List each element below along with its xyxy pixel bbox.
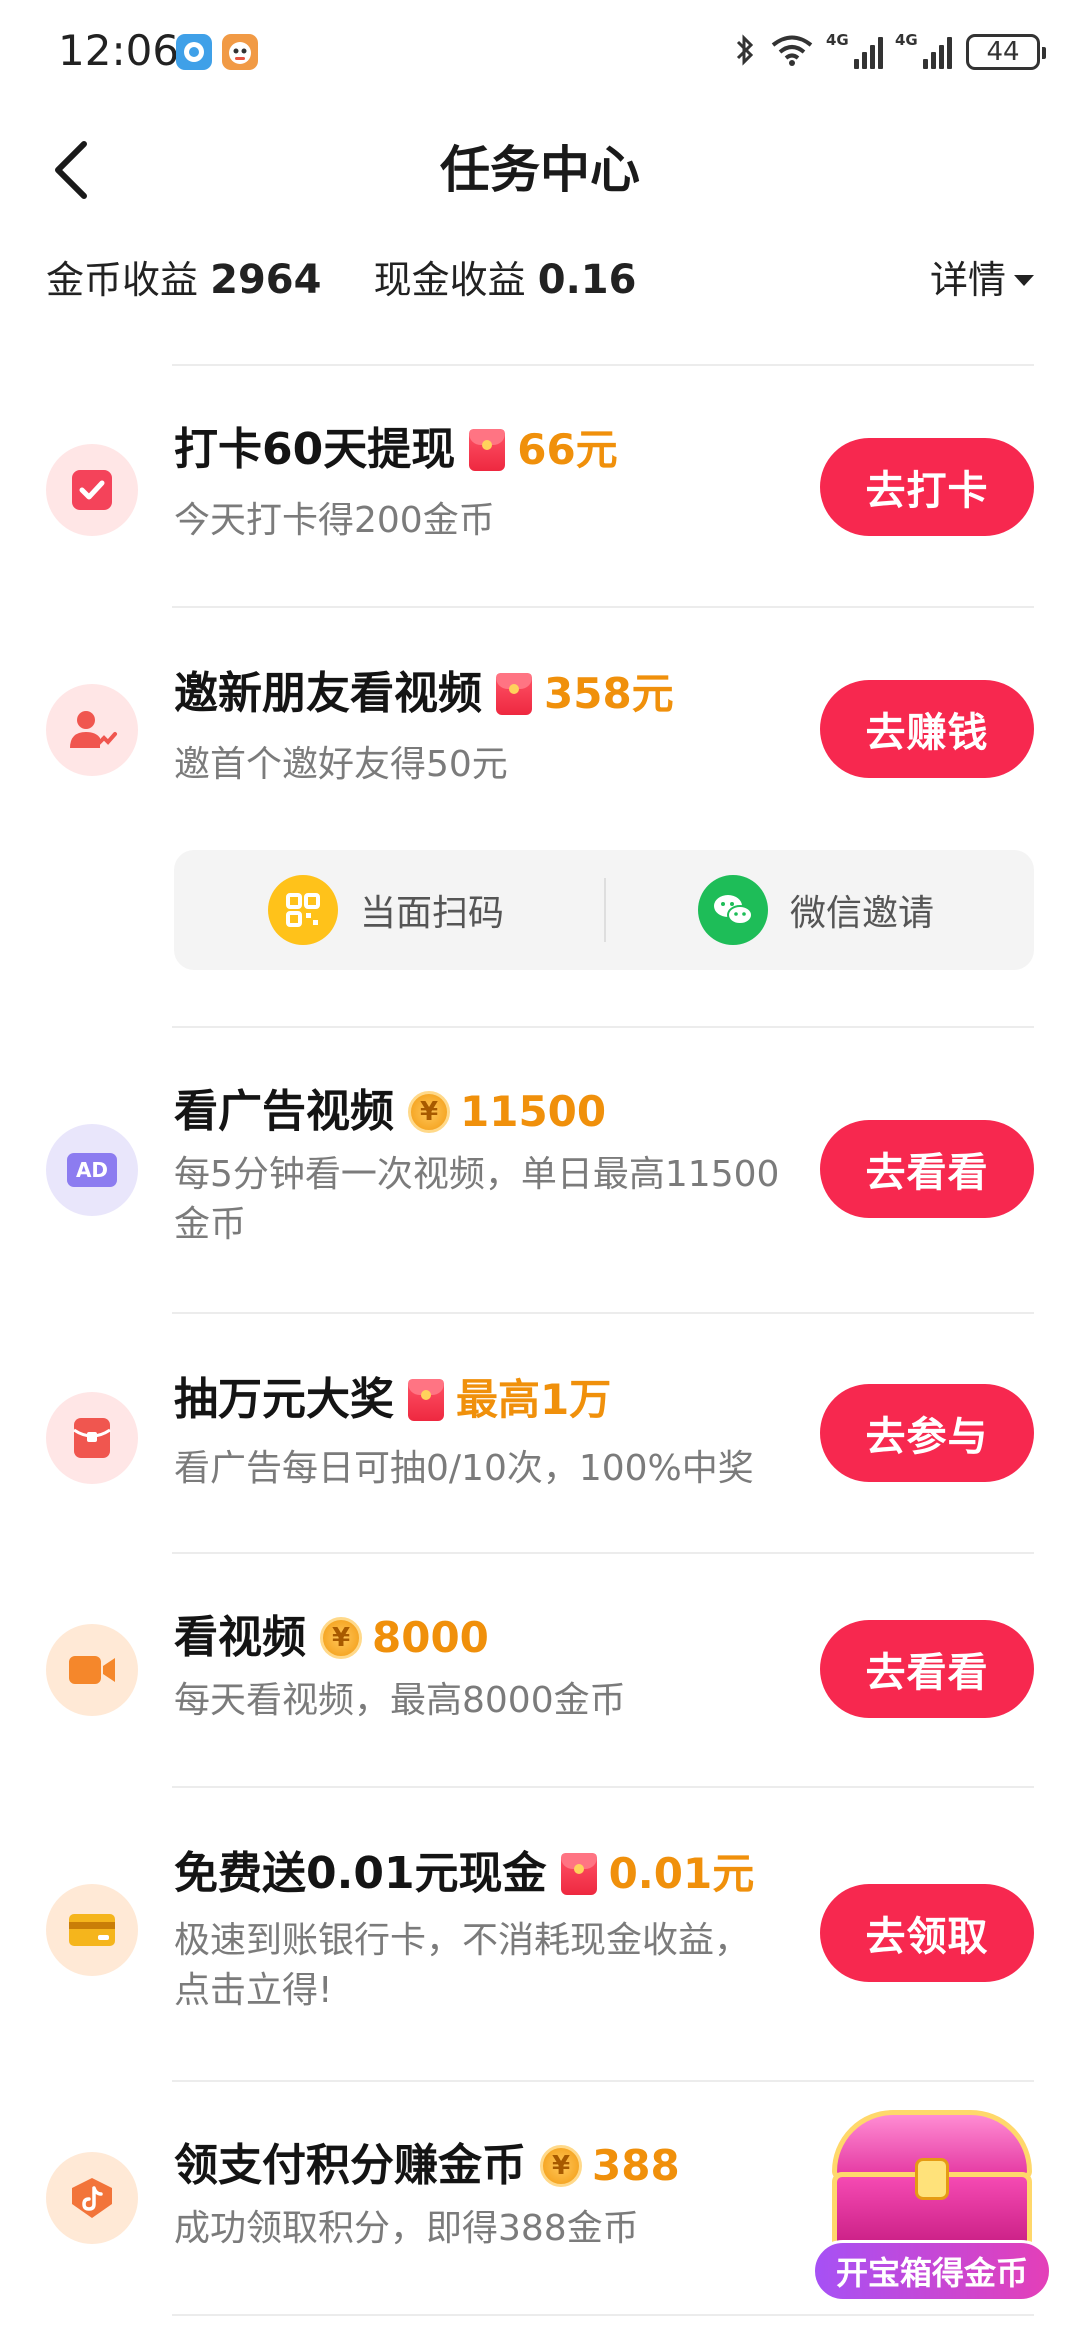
- signal-1-icon: 4G: [826, 31, 883, 69]
- browser-app-icon: [176, 34, 212, 70]
- task-title: 免费送0.01元现金 0.01元: [174, 1844, 754, 1904]
- douyin-pay-icon: [46, 2152, 138, 2244]
- divider: [172, 2314, 1034, 2316]
- watch-ad-button[interactable]: 去看看: [820, 1120, 1034, 1218]
- cash-earnings-label: 现金收益: [373, 258, 526, 302]
- red-envelope-icon: [560, 1853, 597, 1895]
- task-subtitle: 极速到账银行卡，不消耗现金收益， 点击立得!: [174, 1920, 751, 2011]
- red-envelope-icon: [496, 673, 532, 715]
- task-subtitle: 每5分钟看一次视频，单日最高11500 金币: [174, 1154, 780, 1245]
- checkin-icon: [46, 444, 138, 536]
- claim-button[interactable]: 去领取: [820, 1884, 1034, 1982]
- bluetooth-icon: [734, 33, 756, 71]
- game-app-icon: [222, 34, 258, 70]
- divider: [172, 1026, 1034, 1028]
- invite-friends-icon: [46, 684, 138, 776]
- lock-icon: [915, 2158, 949, 2200]
- qr-code-icon: [268, 875, 338, 945]
- coin-icon: ¥: [408, 1091, 450, 1133]
- task-title: 领支付积分赚金币 ¥388: [174, 2136, 680, 2196]
- wifi-icon: [770, 33, 814, 71]
- treasure-chest-button[interactable]: 开宝箱得金币: [812, 2110, 1052, 2310]
- task-title: 抽万元大奖 最高1万: [174, 1370, 611, 1430]
- lottery-icon: [46, 1392, 138, 1484]
- earn-money-button[interactable]: 去赚钱: [820, 680, 1034, 778]
- task-subtitle: 看广告每日可抽0/10次，100%中奖: [174, 1448, 754, 1489]
- task-title: 看广告视频 ¥11500: [174, 1082, 606, 1142]
- participate-button[interactable]: 去参与: [820, 1384, 1034, 1482]
- task-subtitle: 邀首个邀好友得50元: [174, 744, 508, 785]
- divider: [172, 2080, 1034, 2082]
- watch-video-button[interactable]: 去看看: [820, 1620, 1034, 1718]
- divider: [172, 606, 1034, 608]
- coin-icon: ¥: [540, 2145, 582, 2187]
- reward: 66元: [469, 420, 618, 480]
- divider: [172, 1786, 1034, 1788]
- scan-qr-option[interactable]: 当面扫码: [268, 850, 504, 970]
- scan-qr-label: 当面扫码: [360, 893, 505, 934]
- divider: [172, 364, 1034, 366]
- reward: 最高1万: [408, 1370, 611, 1430]
- video-camera-icon: [46, 1624, 138, 1716]
- cash-earnings-value: 0.16: [537, 257, 637, 303]
- task-title: 看视频 ¥8000: [174, 1608, 489, 1668]
- task-title: 邀新朋友看视频 358元: [174, 664, 674, 724]
- page-title: 任务中心: [440, 141, 640, 199]
- divider: [172, 1312, 1034, 1314]
- task-subtitle: 每天看视频，最高8000金币: [174, 1680, 626, 1721]
- red-envelope-icon: [469, 429, 506, 471]
- reward: 358元: [496, 664, 674, 724]
- treasure-label: 开宝箱得金币: [812, 2240, 1052, 2302]
- reward: ¥388: [540, 2136, 680, 2196]
- coin-icon: ¥: [320, 1617, 362, 1659]
- status-bar: 12:06 4G 4G 44: [0, 0, 1080, 100]
- checkin-button[interactable]: 去打卡: [820, 438, 1034, 536]
- battery-icon: 44: [966, 34, 1046, 70]
- coin-earnings-label: 金币收益: [46, 258, 199, 302]
- task-subtitle: 今天打卡得200金币: [174, 500, 495, 541]
- signal-2-icon: 4G: [895, 31, 952, 69]
- status-time: 12:06: [58, 26, 180, 75]
- invite-options-panel: 当面扫码 微信邀请: [174, 850, 1034, 970]
- divider: [172, 1552, 1034, 1554]
- wechat-invite-label: 微信邀请: [790, 893, 935, 934]
- bank-card-icon: [46, 1884, 138, 1976]
- reward: ¥8000: [320, 1608, 489, 1668]
- details-label: 详情: [929, 258, 1006, 302]
- coin-earnings-value: 2964: [210, 257, 322, 303]
- red-envelope-icon: [408, 1379, 444, 1421]
- reward: ¥11500: [408, 1082, 606, 1142]
- reward: 0.01元: [560, 1844, 754, 1904]
- divider: [604, 878, 606, 942]
- caret-down-icon: [1014, 274, 1034, 286]
- ad-icon: AD: [46, 1124, 138, 1216]
- status-indicators: 4G 4G 44: [734, 30, 1046, 74]
- wechat-invite-option[interactable]: 微信邀请: [698, 850, 934, 970]
- details-dropdown[interactable]: 详情: [930, 250, 1034, 310]
- task-subtitle: 成功领取积分，即得388金币: [174, 2208, 639, 2249]
- task-title: 打卡60天提现 66元: [174, 420, 618, 480]
- wechat-icon: [698, 875, 768, 945]
- earnings-summary: 金币收益 2964 现金收益 0.16: [46, 250, 636, 310]
